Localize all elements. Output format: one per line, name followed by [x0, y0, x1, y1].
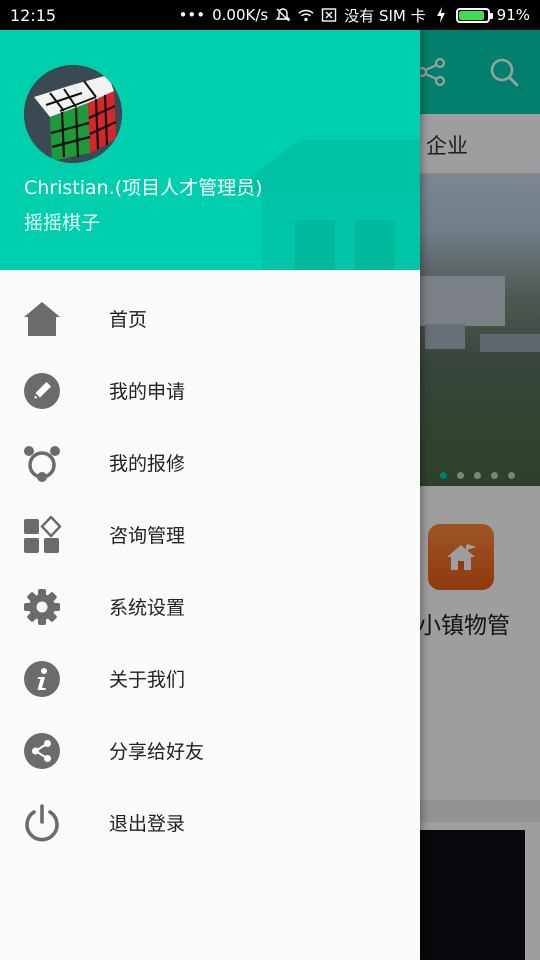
menu-item-share-friends[interactable]: 分享给好友	[0, 714, 420, 786]
power-icon	[22, 804, 62, 842]
repair-icon	[22, 444, 62, 482]
home-icon	[22, 300, 62, 338]
apps-icon	[22, 516, 62, 554]
menu-item-my-repairs[interactable]: 我的报修	[0, 426, 420, 498]
menu-item-label: 退出登录	[109, 812, 186, 835]
share-icon	[22, 732, 62, 770]
menu-item-system-settings[interactable]: 系统设置	[0, 570, 420, 642]
menu-item-label: 首页	[109, 308, 148, 331]
status-bar: 12:15 ••• 0.00K/s 没有 SIM 卡 91%	[0, 0, 540, 30]
info-icon	[22, 660, 62, 698]
rubiks-cube-avatar	[24, 65, 122, 163]
charging-icon	[436, 7, 445, 23]
drawer-menu: 首页 我的申请 我的报修 咨询管理 系统设置 关于我们 分享给好友 退出登录	[0, 282, 420, 858]
menu-item-label: 我的报修	[109, 452, 186, 475]
menu-item-my-applications[interactable]: 我的申请	[0, 354, 420, 426]
user-subtitle: 摇摇棋子	[24, 212, 101, 234]
menu-item-label: 分享给好友	[109, 740, 205, 763]
battery-icon	[455, 7, 493, 23]
status-speed: 0.00K/s	[212, 6, 269, 24]
no-sim-icon	[322, 8, 337, 22]
status-battery-text: 91%	[496, 6, 530, 24]
avatar[interactable]	[24, 65, 122, 163]
status-time: 12:15	[10, 5, 57, 25]
menu-item-label: 关于我们	[109, 668, 186, 691]
user-name: Christian.(项目人才管理员)	[24, 177, 263, 199]
menu-item-consult-management[interactable]: 咨询管理	[0, 498, 420, 570]
wifi-icon	[298, 9, 314, 22]
pencil-icon	[22, 372, 62, 410]
house-watermark-icon	[230, 140, 420, 270]
status-sim-text: 没有 SIM 卡	[344, 6, 426, 25]
menu-item-home[interactable]: 首页	[0, 282, 420, 354]
menu-item-logout[interactable]: 退出登录	[0, 786, 420, 858]
drawer-header: Christian.(项目人才管理员) 摇摇棋子	[0, 30, 420, 270]
menu-item-about-us[interactable]: 关于我们	[0, 642, 420, 714]
status-dots: •••	[178, 6, 206, 24]
gear-icon	[22, 588, 62, 626]
status-right: ••• 0.00K/s 没有 SIM 卡 91%	[179, 5, 530, 26]
navigation-drawer: Christian.(项目人才管理员) 摇摇棋子 首页 我的申请 我的报修 咨询…	[0, 30, 420, 960]
mute-icon	[275, 8, 291, 22]
menu-item-label: 我的申请	[109, 380, 186, 403]
menu-item-label: 咨询管理	[109, 524, 186, 547]
menu-item-label: 系统设置	[109, 596, 186, 619]
